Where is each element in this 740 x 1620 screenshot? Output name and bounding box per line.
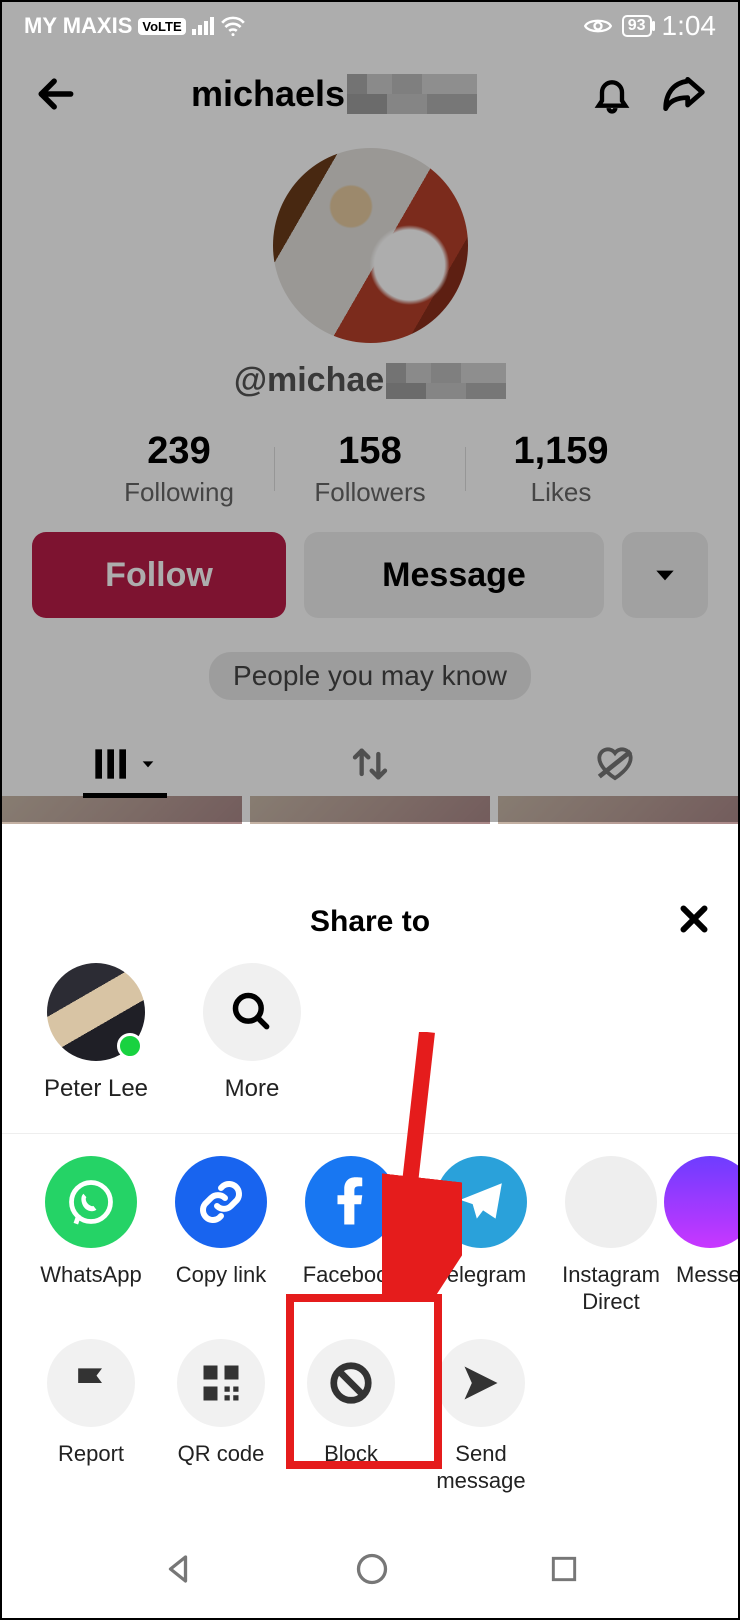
facebook-label: Facebook — [286, 1262, 416, 1288]
share-telegram[interactable]: Telegram — [416, 1156, 546, 1315]
followers-label: Followers — [275, 477, 465, 508]
likes-count: 1,159 — [466, 430, 656, 473]
page-title: michaels — [191, 73, 477, 115]
instagram-icon — [565, 1156, 657, 1248]
profile-screen: michaels @michae 239 Following 158 — [2, 50, 738, 824]
online-indicator — [117, 1033, 143, 1059]
status-bar: MY MAXIS VoLTE 93 1:04 — [2, 2, 738, 50]
system-nav-bar — [2, 1524, 738, 1618]
share-button[interactable] — [660, 70, 708, 118]
tab-liked-hidden[interactable] — [493, 732, 738, 796]
qr-label: QR code — [156, 1441, 286, 1467]
likes-stat[interactable]: 1,159 Likes — [466, 430, 656, 508]
whatsapp-icon — [45, 1156, 137, 1248]
more-contacts-button[interactable]: More — [192, 963, 312, 1103]
profile-tabs — [2, 732, 738, 796]
back-button[interactable] — [32, 70, 80, 118]
report-button[interactable]: Report — [26, 1339, 156, 1494]
message-button[interactable]: Message — [304, 532, 604, 618]
following-stat[interactable]: 239 Following — [84, 430, 274, 508]
volte-badge: VoLTE — [138, 18, 185, 35]
followers-stat[interactable]: 158 Followers — [275, 430, 465, 508]
search-icon — [203, 963, 301, 1061]
sheet-title: Share to — [310, 905, 430, 938]
share-messenger[interactable]: Messenger — [676, 1156, 736, 1315]
block-label: Block — [286, 1441, 416, 1467]
censored-name — [347, 74, 477, 114]
contact-avatar — [47, 963, 145, 1061]
qr-code-button[interactable]: QR code — [156, 1339, 286, 1494]
telegram-icon — [435, 1156, 527, 1248]
telegram-label: Telegram — [416, 1262, 546, 1288]
flag-icon — [47, 1339, 135, 1427]
block-button[interactable]: Block — [286, 1339, 416, 1494]
share-apps-row: WhatsApp Copy link Facebook Telegram Ins… — [2, 1134, 738, 1331]
dropdown-button[interactable] — [622, 532, 708, 618]
notifications-button[interactable] — [588, 70, 636, 118]
carrier-label: MY MAXIS — [24, 13, 132, 39]
nav-home[interactable] — [354, 1551, 390, 1592]
follow-button[interactable]: Follow — [32, 532, 286, 618]
send-label: Send message — [416, 1441, 546, 1494]
close-button[interactable] — [676, 901, 712, 945]
whatsapp-label: WhatsApp — [26, 1262, 156, 1288]
more-label: More — [192, 1075, 312, 1103]
battery-indicator: 93 — [622, 15, 652, 37]
wifi-icon — [220, 15, 246, 37]
qr-icon — [177, 1339, 265, 1427]
facebook-icon — [305, 1156, 397, 1248]
share-copy-link[interactable]: Copy link — [156, 1156, 286, 1315]
likes-label: Likes — [466, 477, 656, 508]
messenger-icon — [664, 1156, 738, 1248]
eye-icon — [584, 16, 612, 36]
instagram-label: Instagram Direct — [546, 1262, 676, 1315]
copylink-label: Copy link — [156, 1262, 286, 1288]
profile-avatar[interactable] — [273, 148, 468, 343]
send-message-button[interactable]: Send message — [416, 1339, 546, 1494]
profile-name-text: michaels — [191, 73, 345, 115]
send-icon — [437, 1339, 525, 1427]
link-icon — [175, 1156, 267, 1248]
video-grid-peek — [2, 796, 738, 824]
signal-icon — [192, 17, 214, 35]
share-sheet: Share to Peter Lee More WhatsApp — [2, 879, 738, 1524]
following-count: 239 — [84, 430, 274, 473]
tab-posts[interactable] — [2, 732, 247, 796]
profile-handle: @michae — [2, 361, 738, 400]
suggestions-chip[interactable]: People you may know — [209, 652, 531, 700]
followers-count: 158 — [275, 430, 465, 473]
share-whatsapp[interactable]: WhatsApp — [26, 1156, 156, 1315]
clock: 1:04 — [662, 10, 717, 42]
nav-back[interactable] — [160, 1551, 196, 1592]
handle-text: @michae — [234, 361, 384, 400]
report-label: Report — [26, 1441, 156, 1467]
nav-recents[interactable] — [548, 1553, 580, 1590]
contact-label: Peter Lee — [36, 1075, 156, 1103]
tab-reposts[interactable] — [247, 732, 492, 796]
share-facebook[interactable]: Facebook — [286, 1156, 416, 1315]
sheet-actions-row: Report QR code Block Send message — [2, 1331, 738, 1524]
stats-row: 239 Following 158 Followers 1,159 Likes — [2, 430, 738, 508]
messenger-label: Messenger — [676, 1262, 736, 1288]
share-instagram-direct[interactable]: Instagram Direct — [546, 1156, 676, 1315]
following-label: Following — [84, 477, 274, 508]
block-icon — [307, 1339, 395, 1427]
contact-peter-lee[interactable]: Peter Lee — [36, 963, 156, 1103]
censored-handle — [386, 363, 506, 399]
